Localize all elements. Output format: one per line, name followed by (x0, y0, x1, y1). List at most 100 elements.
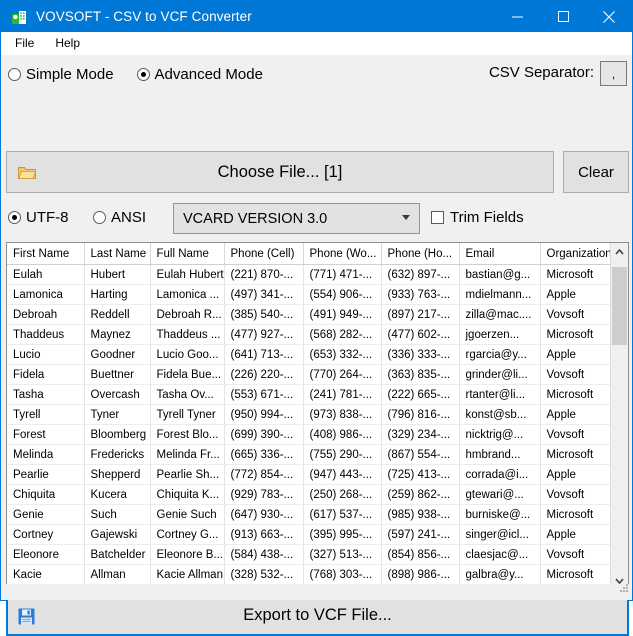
table-cell[interactable]: zilla@mac.... (459, 305, 540, 325)
table-cell[interactable]: rtanter@li... (459, 385, 540, 405)
table-cell[interactable]: (477) 602-... (381, 325, 459, 345)
column-header[interactable]: Phone (Wo... (303, 243, 381, 265)
table-cell[interactable]: (328) 532-... (224, 565, 303, 585)
table-cell[interactable]: Cortney (7, 525, 84, 545)
table-cell[interactable]: Tyner (84, 405, 150, 425)
table-cell[interactable]: Tyrell (7, 405, 84, 425)
table-cell[interactable]: (933) 763-... (381, 285, 459, 305)
table-cell[interactable]: Allman (84, 565, 150, 585)
table-cell[interactable]: rgarcia@y... (459, 345, 540, 365)
table-cell[interactable]: Forest Blo... (150, 425, 224, 445)
table-row[interactable]: TashaOvercashTasha Ov...(553) 671-...(24… (7, 385, 611, 405)
table-cell[interactable]: (768) 303-... (303, 565, 381, 585)
table-cell[interactable]: Melinda Fr... (150, 445, 224, 465)
table-cell[interactable]: (395) 995-... (303, 525, 381, 545)
column-header[interactable]: Phone (Cell) (224, 243, 303, 265)
table-cell[interactable]: Tasha (7, 385, 84, 405)
table-cell[interactable]: nicktrig@... (459, 425, 540, 445)
table-cell[interactable]: (259) 862-... (381, 485, 459, 505)
table-cell[interactable]: Thaddeus ... (150, 325, 224, 345)
table-cell[interactable]: Pearlie Sh... (150, 465, 224, 485)
table-cell[interactable]: (584) 438-... (224, 545, 303, 565)
table-cell[interactable]: Microsoft (540, 445, 611, 465)
table-cell[interactable]: (632) 897-... (381, 265, 459, 285)
table-row[interactable]: KacieAllmanKacie Allman(328) 532-...(768… (7, 565, 611, 585)
table-cell[interactable]: Eleonore (7, 545, 84, 565)
table-cell[interactable]: jgoerzen... (459, 325, 540, 345)
table-cell[interactable]: (973) 838-... (303, 405, 381, 425)
column-header[interactable]: Full Name (150, 243, 224, 265)
table-cell[interactable]: (408) 986-... (303, 425, 381, 445)
table-row[interactable]: LucioGoodnerLucio Goo...(641) 713-...(65… (7, 345, 611, 365)
table-cell[interactable]: (553) 671-... (224, 385, 303, 405)
table-cell[interactable]: Shepperd (84, 465, 150, 485)
table-cell[interactable]: singer@icl... (459, 525, 540, 545)
checkbox-trim-fields[interactable]: Trim Fields (431, 209, 524, 226)
minimize-button[interactable] (494, 1, 540, 32)
table-cell[interactable]: Apple (540, 345, 611, 365)
table-cell[interactable]: Vovsoft (540, 305, 611, 325)
table-cell[interactable]: Forest (7, 425, 84, 445)
table-row[interactable]: ThaddeusMaynezThaddeus ...(477) 927-...(… (7, 325, 611, 345)
choose-file-button[interactable]: Choose File... [1] (6, 151, 554, 193)
table-cell[interactable]: (241) 781-... (303, 385, 381, 405)
table-cell[interactable]: (597) 241-... (381, 525, 459, 545)
table-cell[interactable]: Hubert (84, 265, 150, 285)
table-cell[interactable]: Microsoft (540, 265, 611, 285)
table-cell[interactable]: Microsoft (540, 385, 611, 405)
table-cell[interactable]: Buettner (84, 365, 150, 385)
table-cell[interactable]: Batchelder (84, 545, 150, 565)
table-cell[interactable]: bastian@g... (459, 265, 540, 285)
resize-grip-icon[interactable] (618, 580, 629, 598)
table-row[interactable]: GenieSuchGenie Such(647) 930-...(617) 53… (7, 505, 611, 525)
table-cell[interactable]: claesjac@... (459, 545, 540, 565)
radio-advanced-mode[interactable]: Advanced Mode (137, 66, 263, 83)
table-cell[interactable]: Fidela (7, 365, 84, 385)
table-row[interactable]: ForestBloombergForest Blo...(699) 390-..… (7, 425, 611, 445)
radio-ansi[interactable]: ANSI (93, 209, 146, 226)
export-vcf-button[interactable]: Export to VCF File... (6, 595, 629, 636)
table-cell[interactable]: corrada@i... (459, 465, 540, 485)
table-cell[interactable]: Lucio Goo... (150, 345, 224, 365)
table-cell[interactable]: (385) 540-... (224, 305, 303, 325)
scroll-up-button[interactable] (611, 243, 628, 260)
table-cell[interactable]: (491) 949-... (303, 305, 381, 325)
table-cell[interactable]: Kacie Allman (150, 565, 224, 585)
table-cell[interactable]: (913) 663-... (224, 525, 303, 545)
table-cell[interactable]: Lamonica ... (150, 285, 224, 305)
table-cell[interactable]: (985) 938-... (381, 505, 459, 525)
table-cell[interactable]: (867) 554-... (381, 445, 459, 465)
vcard-version-select[interactable]: VCARD VERSION 3.0 (173, 203, 420, 234)
table-row[interactable]: ChiquitaKuceraChiquita K...(929) 783-...… (7, 485, 611, 505)
table-row[interactable]: LamonicaHartingLamonica ...(497) 341-...… (7, 285, 611, 305)
table-cell[interactable]: (497) 341-... (224, 285, 303, 305)
scrollbar-thumb[interactable] (612, 267, 627, 345)
table-cell[interactable]: grinder@li... (459, 365, 540, 385)
table-cell[interactable]: (250) 268-... (303, 485, 381, 505)
table-cell[interactable]: (336) 333-... (381, 345, 459, 365)
table-cell[interactable]: Debroah R... (150, 305, 224, 325)
table-cell[interactable]: Vovsoft (540, 485, 611, 505)
table-cell[interactable]: (222) 665-... (381, 385, 459, 405)
radio-utf8[interactable]: UTF-8 (8, 209, 69, 226)
table-cell[interactable]: (653) 332-... (303, 345, 381, 365)
table-cell[interactable]: (226) 220-... (224, 365, 303, 385)
table-cell[interactable]: Genie Such (150, 505, 224, 525)
csv-separator-input[interactable]: , (600, 61, 627, 86)
clear-button[interactable]: Clear (563, 151, 629, 193)
table-cell[interactable]: (771) 471-... (303, 265, 381, 285)
menu-item-help[interactable]: Help (46, 34, 89, 52)
table-cell[interactable]: Eleonore B... (150, 545, 224, 565)
table-cell[interactable]: konst@sb... (459, 405, 540, 425)
table-cell[interactable]: galbra@y... (459, 565, 540, 585)
table-cell[interactable]: (665) 336-... (224, 445, 303, 465)
table-cell[interactable]: burniske@... (459, 505, 540, 525)
table-cell[interactable]: (755) 290-... (303, 445, 381, 465)
table-cell[interactable]: (568) 282-... (303, 325, 381, 345)
table-cell[interactable]: Bloomberg (84, 425, 150, 445)
maximize-button[interactable] (540, 1, 586, 32)
table-row[interactable]: FidelaBuettnerFidela Bue...(226) 220-...… (7, 365, 611, 385)
table-row[interactable]: MelindaFredericksMelinda Fr...(665) 336-… (7, 445, 611, 465)
table-cell[interactable]: Microsoft (540, 325, 611, 345)
table-row[interactable]: CortneyGajewskiCortney G...(913) 663-...… (7, 525, 611, 545)
